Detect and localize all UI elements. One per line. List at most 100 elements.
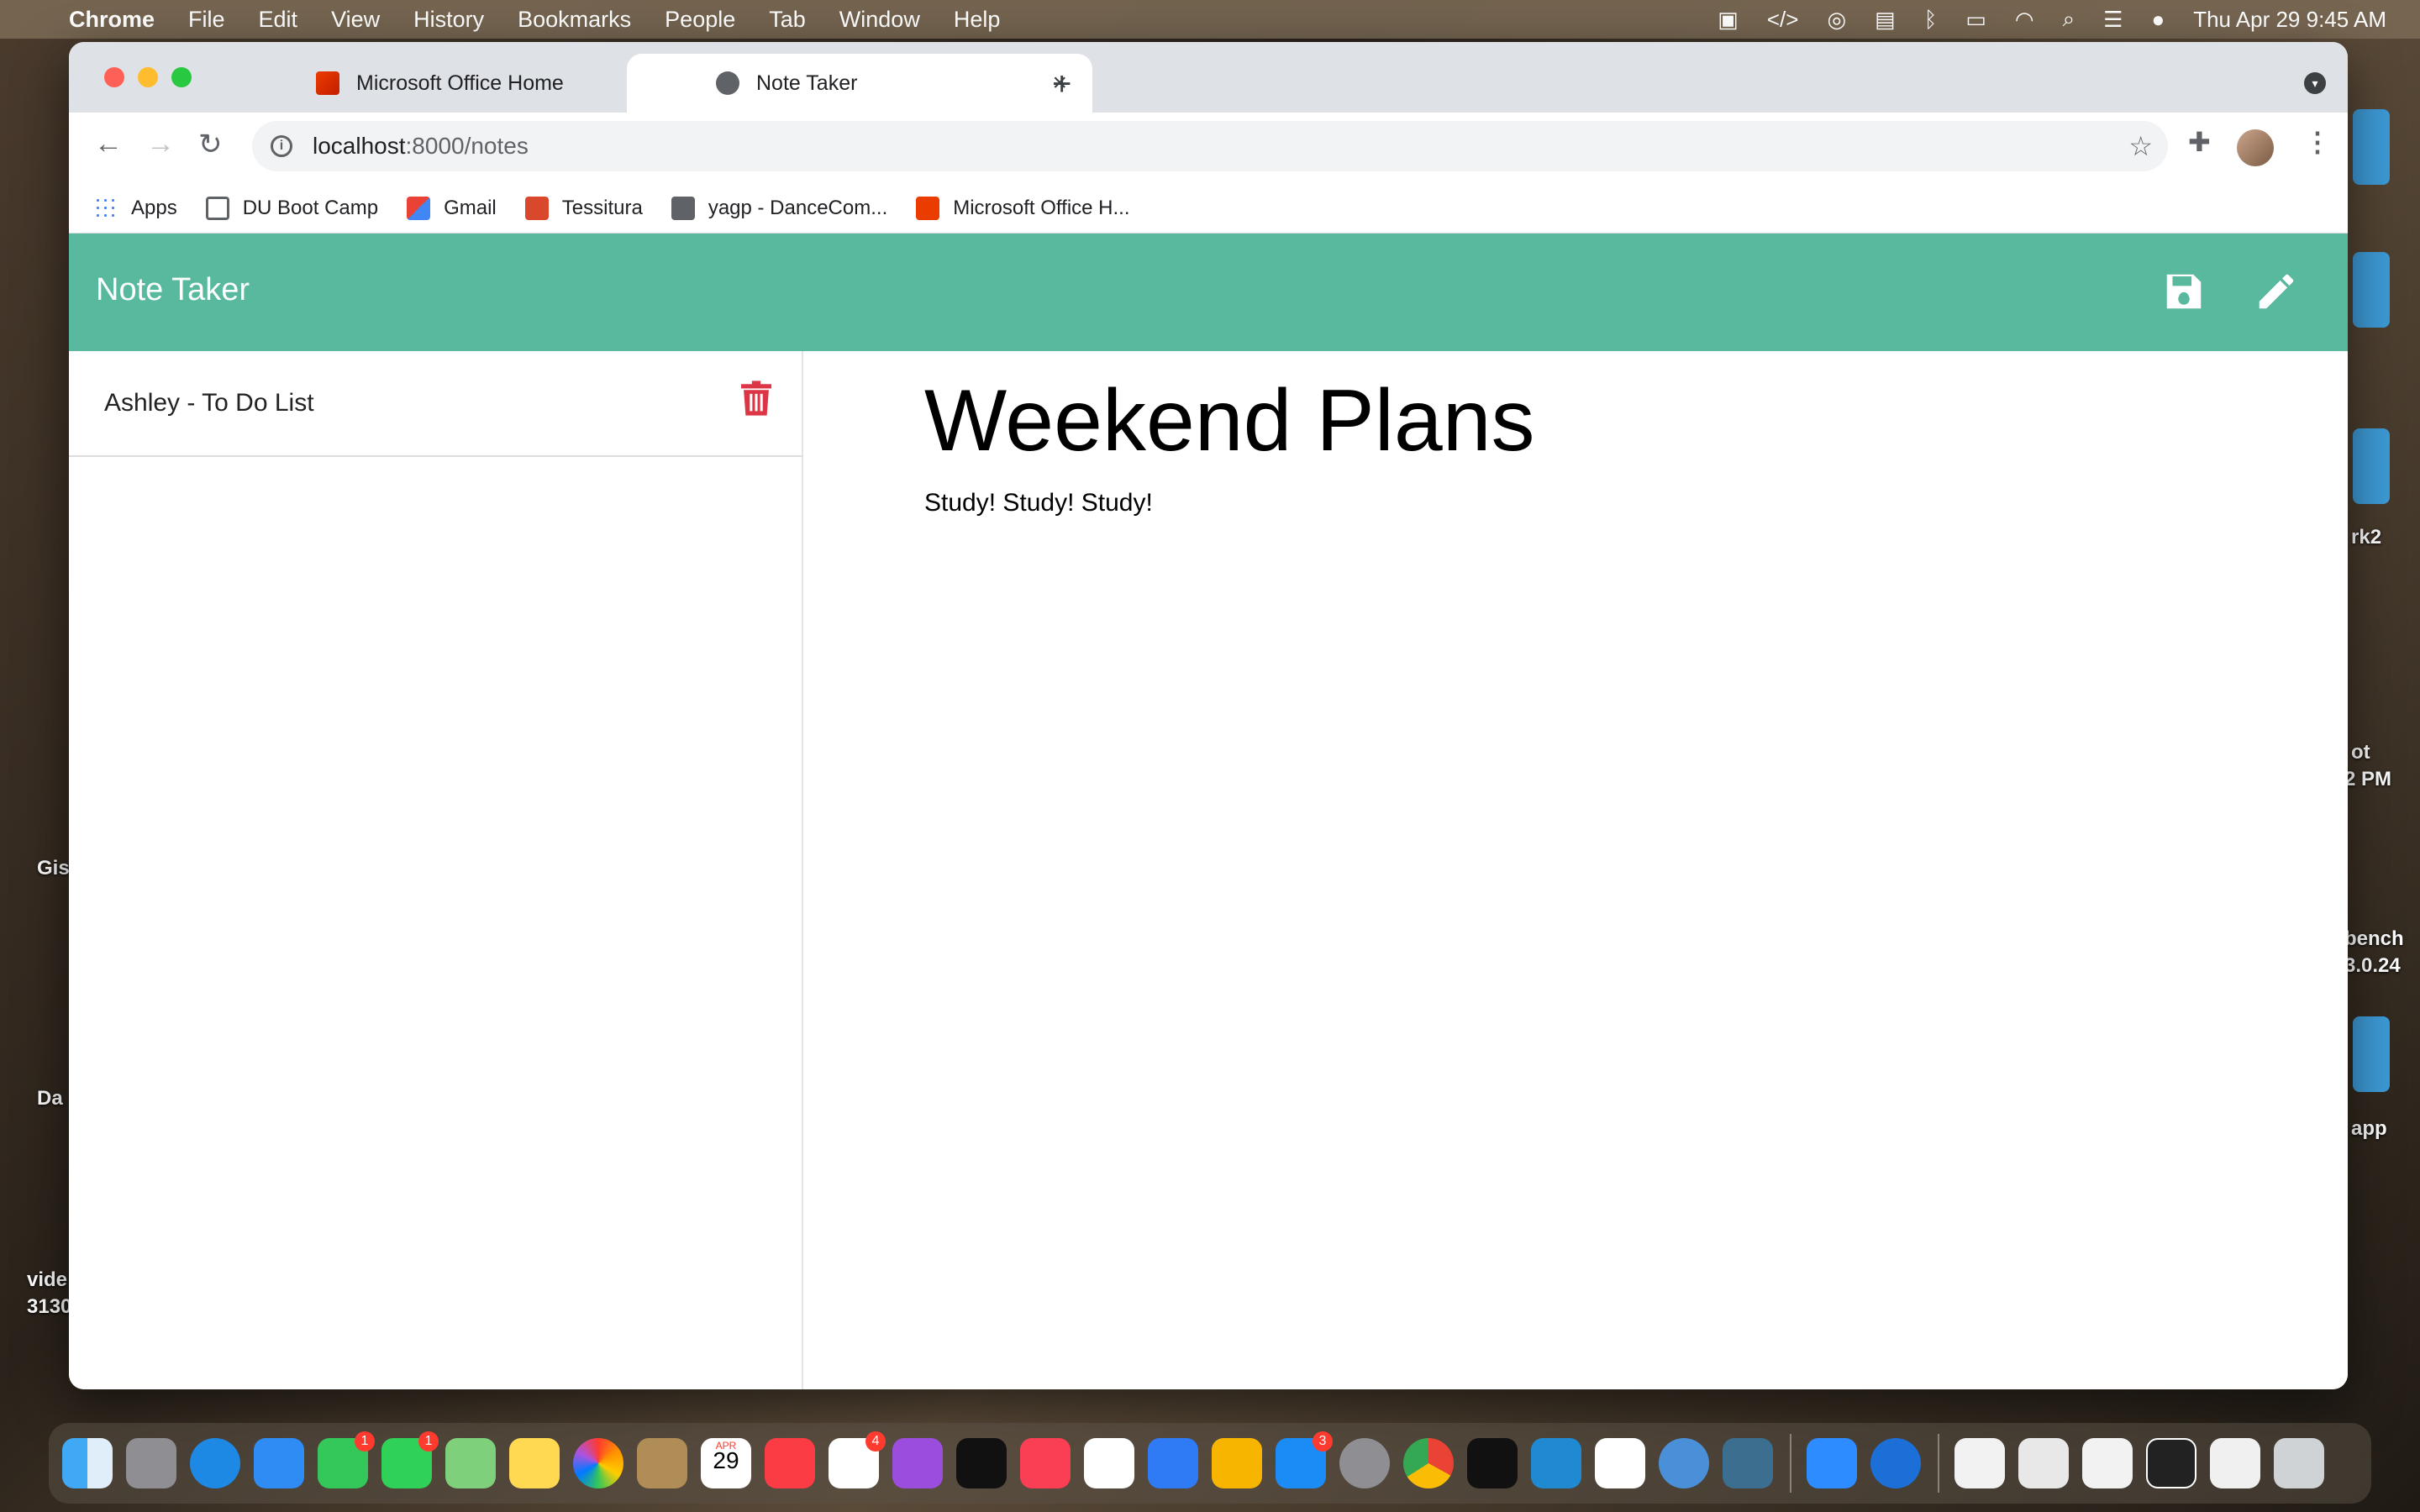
spotlight-search-icon[interactable]: ⌕ xyxy=(2063,6,2075,33)
desktop-label[interactable]: rk2 xyxy=(2351,526,2381,549)
control-center-icon[interactable]: ☰ xyxy=(2103,7,2123,33)
pages-icon[interactable] xyxy=(1212,1438,1262,1488)
trash-icon[interactable] xyxy=(741,380,771,417)
video-icon[interactable]: ▣ xyxy=(1718,7,1739,33)
note-body-textarea[interactable]: Study! Study! Study! xyxy=(924,489,1153,517)
apple-tv-icon[interactable] xyxy=(956,1438,1007,1488)
siri-icon[interactable]: ● xyxy=(2151,7,2165,33)
desktop-label[interactable]: bench xyxy=(2344,927,2404,951)
trash-bin-icon[interactable] xyxy=(2274,1438,2324,1488)
bookmark-microsoft-office[interactable]: Microsoft Office H... xyxy=(916,196,1130,220)
zoom-icon[interactable] xyxy=(1807,1438,1857,1488)
menu-tab[interactable]: Tab xyxy=(769,7,806,33)
zoom-window-button[interactable] xyxy=(171,67,192,87)
sync-app-icon[interactable] xyxy=(1870,1438,1921,1488)
menu-clock[interactable]: Thu Apr 29 9:45 AM xyxy=(2193,7,2386,33)
reload-icon[interactable]: ↻ xyxy=(198,128,223,161)
menu-people[interactable]: People xyxy=(665,7,735,33)
tab-microsoft-office-home[interactable]: Microsoft Office Home × xyxy=(245,54,691,113)
chrome-icon[interactable] xyxy=(1403,1438,1454,1488)
app-store-icon[interactable]: 3 xyxy=(1276,1431,1333,1488)
menu-file[interactable]: File xyxy=(188,7,225,33)
bookmark-gmail[interactable]: Gmail xyxy=(407,196,497,220)
site-info-icon[interactable]: i xyxy=(271,135,292,157)
safari-icon[interactable] xyxy=(190,1438,240,1488)
maps-icon[interactable] xyxy=(445,1438,496,1488)
new-tab-button[interactable]: + xyxy=(1052,66,1071,103)
display-icon[interactable]: ▤ xyxy=(1875,7,1896,33)
desktop-label[interactable]: app xyxy=(2351,1117,2387,1141)
news-icon[interactable] xyxy=(1020,1438,1071,1488)
bookmark-tessitura[interactable]: Tessitura xyxy=(524,196,643,220)
close-window-button[interactable] xyxy=(104,67,124,87)
menu-edit[interactable]: Edit xyxy=(259,7,298,33)
vscode-icon[interactable] xyxy=(1531,1438,1581,1488)
address-bar[interactable]: i localhost :8000/notes ☆ xyxy=(252,121,2168,171)
bookmark-apps[interactable]: Apps xyxy=(94,196,177,220)
bookmark-du-boot-camp[interactable]: DU Boot Camp xyxy=(205,196,378,220)
pencil-icon[interactable] xyxy=(2254,269,2299,314)
reminders-icon[interactable]: 4 xyxy=(829,1431,886,1488)
desktop-folder-icon[interactable] xyxy=(2353,252,2390,328)
tab-search-icon[interactable]: ▾ xyxy=(2304,72,2326,94)
facetime-icon[interactable]: 1 xyxy=(381,1431,439,1488)
sync-icon[interactable]: ◎ xyxy=(1827,7,1846,33)
tab-note-taker[interactable]: Note Taker × xyxy=(627,54,1092,113)
desktop-label[interactable]: 3130 xyxy=(27,1295,71,1319)
mysql-workbench-icon[interactable] xyxy=(1723,1438,1773,1488)
slack-icon[interactable] xyxy=(1595,1438,1645,1488)
menu-history[interactable]: History xyxy=(413,7,484,33)
bluetooth-icon[interactable]: ᛒ xyxy=(1924,7,1938,33)
profile-avatar[interactable] xyxy=(2237,129,2274,166)
code-icon[interactable]: </> xyxy=(1767,7,1799,33)
bookmark-yagp[interactable]: yagp - DanceCom... xyxy=(671,196,887,220)
list-item[interactable]: Ashley - To Do List xyxy=(69,351,803,457)
desktop-label[interactable]: vide xyxy=(27,1268,67,1292)
calendar-icon[interactable]: APR 29 xyxy=(701,1438,751,1488)
podcasts-icon[interactable] xyxy=(892,1438,943,1488)
minimize-window-button[interactable] xyxy=(138,67,158,87)
desktop-label[interactable]: 3.0.24 xyxy=(2344,954,2401,978)
finder-icon[interactable] xyxy=(62,1438,113,1488)
recent-window-thumbnail[interactable] xyxy=(2018,1438,2069,1488)
note-item-title[interactable]: Ashley - To Do List xyxy=(104,389,314,417)
bookmark-star-icon[interactable]: ☆ xyxy=(2128,130,2153,162)
desktop-app-icon[interactable] xyxy=(2353,1016,2390,1092)
menu-view[interactable]: View xyxy=(331,7,380,33)
desktop-label[interactable]: ot xyxy=(2351,741,2370,764)
extensions-puzzle-icon[interactable]: ✚ xyxy=(2188,126,2211,158)
desktop-label[interactable]: 2 PM xyxy=(2344,768,2391,791)
app-title[interactable]: Note Taker xyxy=(96,272,250,308)
menu-app-name[interactable]: Chrome xyxy=(69,7,155,33)
save-icon[interactable] xyxy=(2161,269,2207,314)
terminal-icon[interactable] xyxy=(1467,1438,1518,1488)
messages-icon[interactable]: 1 xyxy=(318,1431,375,1488)
chrome-menu-icon[interactable]: ⋮ xyxy=(2304,126,2331,158)
desktop-label[interactable]: Gis xyxy=(37,857,70,880)
recent-window-thumbnail[interactable] xyxy=(2082,1438,2133,1488)
desktop-folder-icon[interactable] xyxy=(2353,109,2390,185)
mail-icon[interactable] xyxy=(254,1438,304,1488)
menu-help[interactable]: Help xyxy=(954,7,1001,33)
menu-window[interactable]: Window xyxy=(839,7,920,33)
keynote-icon[interactable] xyxy=(1148,1438,1198,1488)
contacts-icon[interactable] xyxy=(637,1438,687,1488)
desktop-folder-icon[interactable] xyxy=(2353,428,2390,504)
menu-bookmarks[interactable]: Bookmarks xyxy=(518,7,631,33)
system-preferences-icon[interactable] xyxy=(1339,1438,1390,1488)
photos-icon[interactable] xyxy=(573,1438,623,1488)
recent-window-thumbnail[interactable] xyxy=(2146,1438,2196,1488)
note-title-input[interactable]: Weekend Plans xyxy=(924,371,1535,471)
launchpad-icon[interactable] xyxy=(126,1438,176,1488)
code-editor-icon[interactable] xyxy=(1659,1438,1709,1488)
recent-window-thumbnail[interactable] xyxy=(2210,1438,2260,1488)
battery-icon[interactable]: ▭ xyxy=(1965,7,1986,33)
music-icon[interactable] xyxy=(765,1438,815,1488)
numbers-icon[interactable] xyxy=(1084,1438,1134,1488)
wifi-icon[interactable]: ◠ xyxy=(2015,7,2034,33)
notes-icon[interactable] xyxy=(509,1438,560,1488)
desktop-label[interactable]: Da xyxy=(37,1087,63,1110)
forward-icon[interactable]: → xyxy=(146,128,175,160)
back-icon[interactable]: ← xyxy=(94,128,123,160)
recent-window-thumbnail[interactable] xyxy=(1954,1438,2005,1488)
